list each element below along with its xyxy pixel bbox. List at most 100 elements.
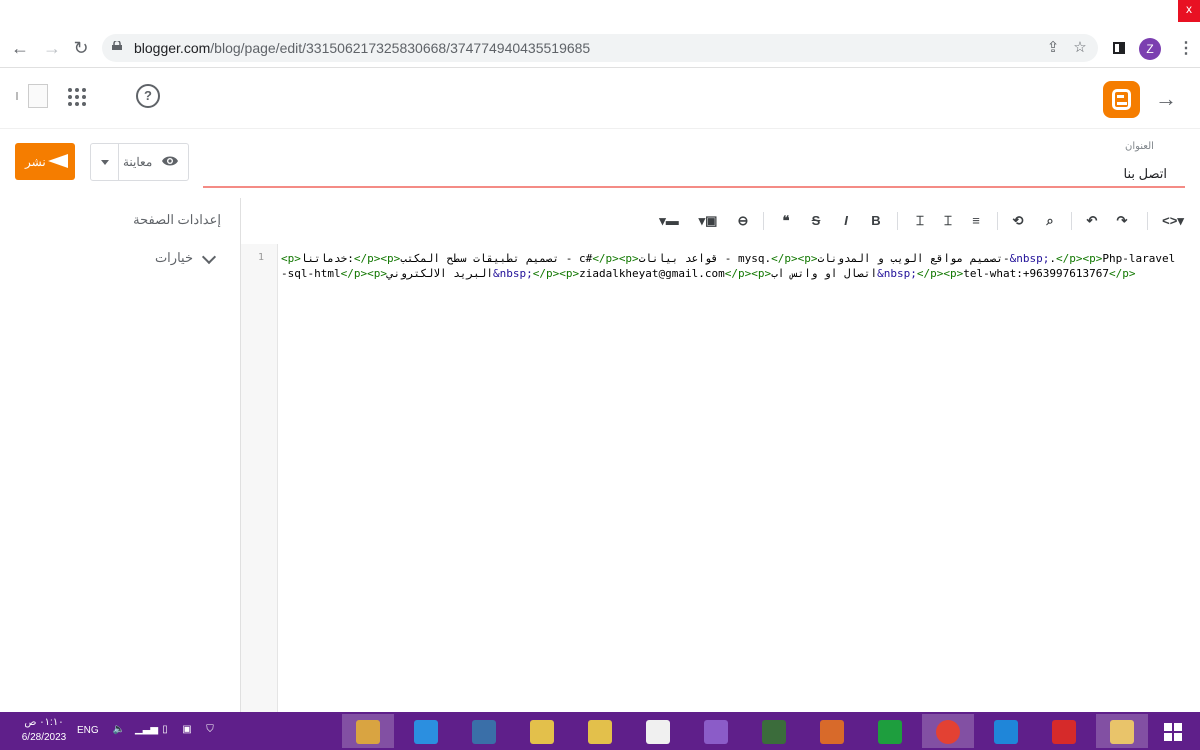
paint-app-icon <box>356 720 380 744</box>
bold-icon[interactable]: B <box>867 213 885 229</box>
code-content[interactable]: <p>خدماتنا:</p><p>تصميم تطبيقات سطح المك… <box>281 251 1176 281</box>
chrome-menu-icon[interactable]: ⋮ <box>1178 38 1194 60</box>
chrome-app-icon <box>936 720 960 744</box>
security-shield-icon[interactable]: ⛉ <box>203 724 217 736</box>
notepad-app[interactable] <box>632 714 684 748</box>
chrome-app[interactable] <box>922 714 974 748</box>
code-token: </p> <box>724 267 752 280</box>
snipping-tool-app-icon <box>820 720 844 744</box>
windows-start-icon[interactable] <box>1164 723 1182 741</box>
python-file-app-icon <box>530 720 554 744</box>
undo-icon[interactable]: ↶ <box>1083 213 1101 229</box>
browser-chrome: x ← → ↻ blogger.com/blog/page/edit/33150… <box>0 0 1200 68</box>
calculator-app-icon <box>762 720 786 744</box>
link-icon[interactable]: ⊖ <box>733 213 753 229</box>
address-bar[interactable]: blogger.com/blog/page/edit/3315062173258… <box>102 34 1098 62</box>
code-token: <p> <box>797 252 818 265</box>
visual-studio-app[interactable] <box>690 714 742 748</box>
italic-icon[interactable]: I <box>837 213 855 229</box>
preview-dropdown-caret-icon[interactable] <box>91 144 119 180</box>
blogger-logo[interactable] <box>1103 81 1140 118</box>
recorder-app[interactable] <box>1038 714 1090 748</box>
eye-icon <box>162 156 178 166</box>
code-token: <p> <box>380 252 401 265</box>
clock-time: ٠١:١٠ ص <box>24 717 64 728</box>
file-explorer-app-icon <box>1110 720 1134 744</box>
title-value: اتصل بنا <box>1123 166 1167 181</box>
snipping-tool-app[interactable] <box>806 714 858 748</box>
paint-app[interactable] <box>342 714 394 748</box>
code-token: </p> <box>532 267 560 280</box>
html-toggle-glyph: <> <box>1162 213 1178 228</box>
code-token: ziadalkheyat@gmail.com <box>579 267 725 280</box>
code-token: قواعد بيانات - mysq. <box>638 252 772 265</box>
format-right-icon[interactable]: ⌶ <box>939 213 957 229</box>
notepad-app-icon <box>646 720 670 744</box>
code-token: </p> <box>916 267 944 280</box>
store-app-icon <box>878 720 902 744</box>
clock[interactable]: ٠١:١٠ ص 6/28/2023 <box>18 715 70 745</box>
forward-icon[interactable]: → <box>40 36 64 60</box>
search-icon[interactable]: ⌕ <box>1041 213 1059 229</box>
store-app[interactable] <box>864 714 916 748</box>
share-icon[interactable]: ⇪ <box>1043 38 1063 58</box>
battery-icon[interactable]: ▯ <box>158 724 172 736</box>
preview-button-group[interactable]: معاينة <box>90 143 189 181</box>
options-label[interactable]: خيارات <box>155 250 193 266</box>
url-host: blogger.com <box>134 40 211 56</box>
vscode-app[interactable] <box>400 714 452 748</box>
format-left-icon[interactable]: ⌶ <box>911 213 929 229</box>
lock-icon <box>112 41 122 50</box>
file-explorer-app[interactable] <box>1096 714 1148 748</box>
back-icon[interactable]: ← <box>8 36 32 60</box>
window-close-button[interactable]: x <box>1178 0 1200 22</box>
code-token: اتصال او واتس اب <box>771 267 878 280</box>
title-field[interactable]: اتصل بنا <box>203 160 1185 188</box>
account-image[interactable] <box>28 84 48 108</box>
line-number: 1 <box>258 252 265 263</box>
html-view-toggle-icon[interactable]: <>▾ <box>1159 213 1187 229</box>
back-to-posts-icon[interactable]: → <box>1155 86 1177 112</box>
code-token: <p> <box>751 267 772 280</box>
blogger-header: ? → <box>0 68 1200 129</box>
visual-studio-app-icon <box>704 720 728 744</box>
side-panel-icon[interactable] <box>1111 38 1127 60</box>
code-token: تصميم تطبيقات سطح المكتب - c# <box>400 252 593 265</box>
volume-icon[interactable]: 🔈 <box>112 724 126 736</box>
image-icon[interactable]: ▾▣ <box>695 213 721 229</box>
apps-grid-icon[interactable] <box>68 88 86 106</box>
recorder-app-icon <box>1052 720 1076 744</box>
profile-avatar[interactable]: Z <box>1139 38 1161 60</box>
tab-strip <box>0 0 1200 28</box>
network-signal-icon[interactable]: ▁▃▅ <box>135 724 158 736</box>
align-icon[interactable]: ≡ <box>967 213 985 229</box>
preview-label: معاينة <box>123 155 153 169</box>
help-icon[interactable]: ? <box>136 84 160 108</box>
find-replace-icon[interactable]: ⟲ <box>1009 213 1027 229</box>
code-token: البريد الالكتروني <box>386 267 493 280</box>
code-token: </p> <box>1055 252 1083 265</box>
redo-icon[interactable]: ↷ <box>1113 213 1131 229</box>
code-token: &nbsp; <box>1009 252 1050 265</box>
reload-icon[interactable]: ↻ <box>69 36 93 60</box>
vscode-app-icon <box>414 720 438 744</box>
image-glyph: ▣ <box>705 213 718 228</box>
network-status-icon[interactable]: ▣ <box>180 724 194 736</box>
python-idle-app[interactable] <box>458 714 510 748</box>
video-icon[interactable]: ▾▬ <box>655 213 683 229</box>
code-token: </p> <box>340 267 368 280</box>
editor-toolbar: <>▾ ↷ ↶ ⌕ ⟲ ≡ ⌶ ⌶ B I S ❝ ⊖ ▾▣ ▾▬ <box>241 198 1200 244</box>
code-token: &nbsp; <box>492 267 533 280</box>
chevron-down-icon[interactable] <box>201 249 217 265</box>
python-file-app-2[interactable] <box>574 714 626 748</box>
python-file-app[interactable] <box>516 714 568 748</box>
strikethrough-icon[interactable]: S <box>807 213 825 229</box>
url-path: /blog/page/edit/3315062173258306​68/3747… <box>210 40 591 56</box>
language-indicator[interactable]: ENG <box>77 725 99 736</box>
publish-label: نشر <box>25 155 46 169</box>
publish-button[interactable]: نشر <box>15 143 75 180</box>
calculator-app[interactable] <box>748 714 800 748</box>
quote-icon[interactable]: ❝ <box>777 213 795 229</box>
edge-app[interactable] <box>980 714 1032 748</box>
bookmark-star-icon[interactable]: ☆ <box>1070 38 1090 58</box>
